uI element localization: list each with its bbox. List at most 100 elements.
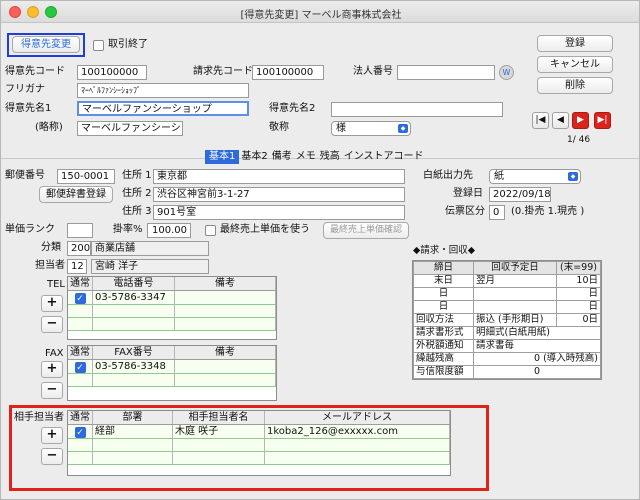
format-value[interactable]: 明細式(白紙用紙) bbox=[473, 326, 601, 340]
table-row[interactable] bbox=[68, 438, 450, 452]
paper-value: 紙 bbox=[494, 171, 504, 182]
contact-dept-cell[interactable]: 経部 bbox=[92, 424, 173, 439]
due-month-cell[interactable] bbox=[473, 300, 557, 314]
name1-field[interactable]: マーベルファンシーショップ bbox=[77, 101, 249, 116]
fax-default-checkbox[interactable]: ✓ bbox=[74, 362, 86, 373]
next-icon: ▶ bbox=[577, 115, 584, 125]
addr1-field[interactable]: 東京都 bbox=[153, 169, 405, 184]
tel-table: 通常 電話番号 備考 ✓ 03-5786-3347 bbox=[67, 276, 277, 340]
tax-value[interactable]: 請求書毎 bbox=[473, 339, 601, 353]
bill-code-field[interactable]: 100100000 bbox=[252, 65, 324, 80]
table-row[interactable]: ✓ 経部 木庭 咲子 1koba2_126@exxxxx.com bbox=[68, 424, 450, 439]
tab-basic2[interactable]: 基本2 bbox=[239, 150, 269, 164]
minus-icon: − bbox=[46, 316, 58, 331]
tel-default-checkbox[interactable]: ✓ bbox=[74, 293, 86, 304]
col-header: 通常 bbox=[68, 411, 93, 425]
furigana-field[interactable]: ﾏｰﾍﾞﾙﾌｧﾝｼｰｼｮｯﾌﾟ bbox=[77, 83, 249, 98]
table-row[interactable]: ✓ 03-5786-3348 bbox=[68, 359, 276, 374]
table-row[interactable] bbox=[68, 451, 450, 465]
chevron-down-icon: ◆ bbox=[398, 124, 408, 133]
web-lookup-icon[interactable]: W bbox=[499, 65, 514, 80]
table-row[interactable] bbox=[68, 304, 276, 318]
col-header: 備考 bbox=[174, 346, 276, 360]
short-name-field[interactable]: マーベルファンシーショ bbox=[77, 121, 183, 136]
fax-number-cell[interactable]: 03-5786-3348 bbox=[92, 359, 175, 374]
col-header: 相手担当者名 bbox=[172, 411, 265, 425]
due-day-cell[interactable]: 10日 bbox=[556, 274, 601, 288]
tab-instore-code[interactable]: インストアコード bbox=[342, 150, 426, 164]
zip-dict-button[interactable]: 郵便辞書登録 bbox=[39, 186, 113, 203]
price-rank-field[interactable] bbox=[67, 223, 93, 238]
method-days[interactable]: 0日 bbox=[556, 313, 601, 327]
contact-default-checkbox[interactable]: ✓ bbox=[74, 427, 86, 438]
regdate-field[interactable]: 2022/09/18 bbox=[489, 187, 551, 202]
last-price-check-button[interactable]: 最終売上単価確認 bbox=[323, 222, 409, 239]
cancel-button[interactable]: キャンセル bbox=[537, 56, 613, 73]
next-record-button[interactable]: ▶ bbox=[572, 112, 589, 129]
contact-email-cell[interactable]: 1koba2_126@exxxxx.com bbox=[264, 424, 450, 439]
close-day-cell[interactable]: 末日 bbox=[413, 274, 474, 288]
tab-basic1[interactable]: 基本1 bbox=[205, 150, 240, 164]
tel-add-button[interactable]: + bbox=[41, 295, 63, 312]
mode-button[interactable]: 得意先変更 bbox=[12, 36, 80, 53]
staff-code[interactable]: 12 bbox=[67, 259, 87, 274]
fax-note-cell[interactable] bbox=[174, 359, 276, 374]
name2-field[interactable] bbox=[331, 102, 503, 117]
col-header: 電話番号 bbox=[92, 277, 175, 291]
prev-record-button[interactable]: ◀ bbox=[552, 112, 569, 129]
torihiki-end-checkbox[interactable] bbox=[93, 40, 104, 51]
delete-button[interactable]: 削除 bbox=[537, 77, 613, 94]
table-row[interactable] bbox=[68, 373, 276, 387]
honorific-value: 様 bbox=[336, 123, 346, 134]
contact-add-button[interactable]: + bbox=[41, 427, 63, 444]
paper-select[interactable]: 紙 ◆ bbox=[489, 169, 581, 184]
tel-number-cell[interactable]: 03-5786-3347 bbox=[92, 290, 175, 305]
credit-value[interactable]: 0 bbox=[473, 365, 601, 379]
zip-field[interactable]: 150-0001 bbox=[57, 169, 115, 184]
table-row[interactable]: ✓ 03-5786-3347 bbox=[68, 290, 276, 305]
code-field[interactable]: 100100000 bbox=[77, 65, 147, 80]
fax-add-button[interactable]: + bbox=[41, 361, 63, 378]
tab-memo[interactable]: メモ bbox=[294, 150, 318, 164]
billing-title: ◆請求・回収◆ bbox=[413, 245, 476, 256]
tab-remarks[interactable]: 備考 bbox=[270, 150, 294, 164]
paper-label: 白紙出力先 bbox=[423, 170, 473, 181]
tab-balance[interactable]: 残高 bbox=[318, 150, 342, 164]
addr2-field[interactable]: 渋谷区神宮前3-1-27 bbox=[153, 187, 405, 202]
carry-value: 0 (導入時残高) bbox=[473, 352, 601, 366]
category-code[interactable]: 200 bbox=[67, 241, 91, 256]
first-record-button[interactable]: |◀ bbox=[532, 112, 549, 129]
method-value[interactable]: 振込 (手形期日) bbox=[473, 313, 557, 327]
slip-field[interactable]: 0 bbox=[489, 205, 505, 220]
category-label: 分類 bbox=[41, 242, 61, 253]
credit-label: 与信限度額 bbox=[413, 365, 474, 379]
contact-name-cell[interactable]: 木庭 咲子 bbox=[172, 424, 265, 439]
zip-label: 郵便番号 bbox=[5, 170, 45, 181]
addr3-field[interactable]: 901号室 bbox=[153, 205, 405, 220]
corp-no-field[interactable] bbox=[397, 65, 495, 80]
due-month-cell[interactable]: 翌月 bbox=[473, 274, 557, 288]
tel-remove-button[interactable]: − bbox=[41, 316, 63, 333]
due-day-cell[interactable]: 日 bbox=[556, 300, 601, 314]
table-row[interactable] bbox=[68, 317, 276, 331]
rate-field[interactable]: 100.00 bbox=[147, 223, 191, 238]
close-day-cell[interactable]: 日 bbox=[413, 287, 474, 301]
torihiki-end-label: 取引終了 bbox=[108, 39, 148, 50]
due-header: 回収予定日 bbox=[473, 261, 557, 275]
name1-label: 得意先名1 bbox=[5, 103, 52, 114]
last-record-button[interactable]: ▶| bbox=[594, 112, 611, 129]
honorific-select[interactable]: 様 ◆ bbox=[331, 121, 411, 136]
last-price-checkbox[interactable] bbox=[205, 225, 216, 236]
fax-remove-button[interactable]: − bbox=[41, 382, 63, 399]
short-name-label: (略称) bbox=[35, 122, 63, 133]
contact-remove-button[interactable]: − bbox=[41, 448, 63, 465]
addr2-label: 住所 2 bbox=[122, 188, 152, 199]
due-month-cell[interactable] bbox=[473, 287, 557, 301]
tel-note-cell[interactable] bbox=[174, 290, 276, 305]
col-header: FAX番号 bbox=[92, 346, 175, 360]
close-day-cell[interactable]: 日 bbox=[413, 300, 474, 314]
format-label: 請求書形式 bbox=[413, 326, 474, 340]
col-header: 備考 bbox=[174, 277, 276, 291]
register-button[interactable]: 登録 bbox=[537, 35, 613, 52]
due-day-cell[interactable]: 日 bbox=[556, 287, 601, 301]
